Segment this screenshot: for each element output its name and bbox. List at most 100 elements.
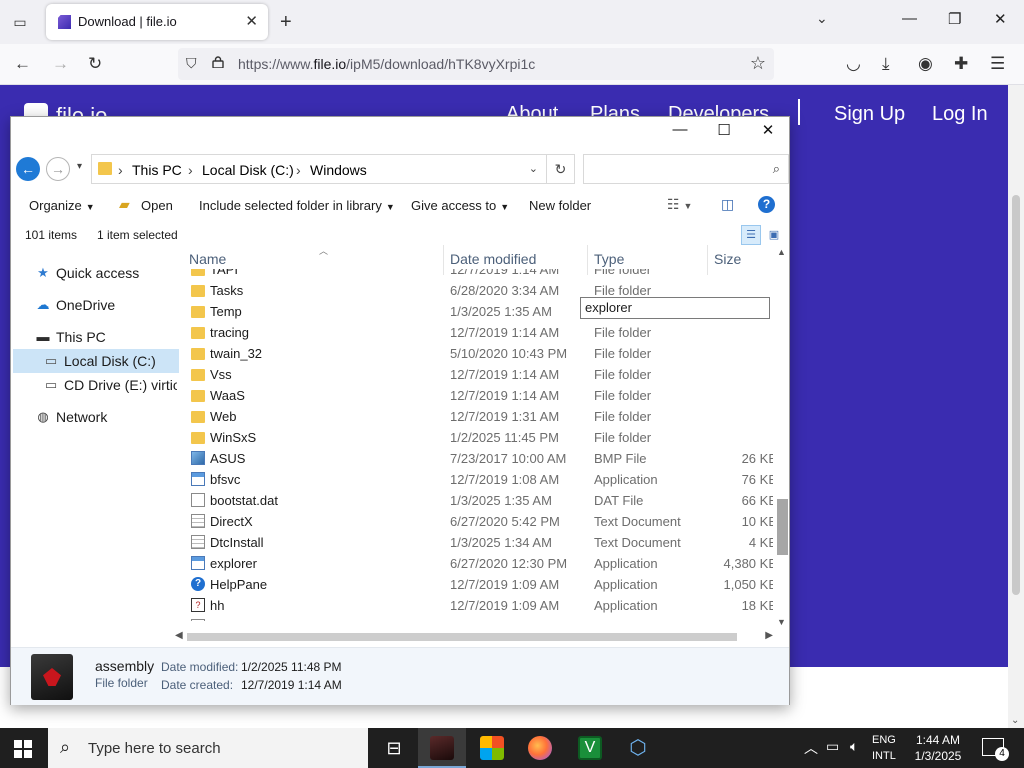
recent-locations-icon[interactable]: ▾: [77, 161, 82, 172]
file-row[interactable]: Web 12/7/2019 1:31 AM File folder: [183, 407, 773, 428]
breadcrumb-local-disk[interactable]: Local Disk (C:): [202, 162, 294, 178]
file-list-horizontal-scrollbar[interactable]: ◀ ▶: [173, 629, 775, 645]
file-row[interactable]: WaaS 12/7/2019 1:14 AM File folder: [183, 386, 773, 407]
sign-up-link[interactable]: Sign Up: [834, 103, 905, 126]
address-dropdown-icon[interactable]: ⌄: [529, 162, 538, 175]
nav-network[interactable]: ◍ Network: [11, 405, 177, 429]
url-bar[interactable]: ⛉ https://www.file.io/ipM5/download/hTK8…: [178, 48, 774, 80]
preview-pane-icon[interactable]: ◫: [721, 196, 734, 213]
volume-icon[interactable]: 🔈︎: [850, 738, 858, 768]
dialog-maximize-icon[interactable]: ☐: [709, 121, 739, 139]
scroll-left-icon[interactable]: ◀: [175, 630, 183, 641]
file-row[interactable]: twain_32 5/10/2020 10:43 PM File folder: [183, 344, 773, 365]
dialog-minimize-icon[interactable]: —: [665, 121, 695, 138]
include-in-library-button[interactable]: Include selected folder in library ▼: [199, 198, 395, 213]
file-row[interactable]: Vss 12/7/2019 1:14 AM File folder: [183, 365, 773, 386]
file-row[interactable]: bootstat.dat 1/3/2025 1:35 AM DAT File 66 K…: [183, 491, 773, 512]
file-row[interactable]: DtcInstall 1/3/2025 1:34 AM Text Document 4…: [183, 533, 773, 554]
scroll-right-icon[interactable]: ▶: [765, 630, 773, 641]
file-row[interactable]: explorer 6/27/2020 12:30 PM Application 4,3…: [183, 554, 773, 575]
nav-quick-access[interactable]: ★ Quick access: [11, 261, 177, 285]
breadcrumb-this-pc[interactable]: This PC: [132, 162, 182, 178]
forward-button-icon[interactable]: →: [46, 157, 70, 181]
taskbar-app-virtualbox[interactable]: ⬡: [614, 728, 662, 768]
large-icons-view-icon[interactable]: ▣: [764, 225, 784, 245]
back-button-icon[interactable]: ←: [16, 157, 40, 181]
minimize-icon[interactable]: —: [902, 10, 917, 27]
dialog-close-icon[interactable]: ✕: [753, 121, 783, 139]
scroll-down-icon[interactable]: ⌄: [1011, 715, 1019, 726]
nav-onedrive[interactable]: ☁ OneDrive: [11, 293, 177, 317]
input-language[interactable]: ENG INTL: [872, 732, 896, 764]
close-tab-icon[interactable]: ✕: [245, 12, 258, 30]
menu-icon[interactable]: ☰: [990, 54, 1005, 74]
organize-button[interactable]: Organize ▼: [29, 198, 95, 213]
refresh-icon[interactable]: ↻: [547, 154, 575, 184]
clock[interactable]: 1:44 AM 1/3/2025: [910, 732, 966, 764]
give-access-button[interactable]: Give access to ▼: [411, 198, 509, 213]
account-icon[interactable]: ◉: [918, 54, 933, 74]
details-view-icon[interactable]: ☰: [741, 225, 761, 245]
extensions-icon[interactable]: ✚: [954, 54, 968, 74]
nav-local-disk[interactable]: ▭ Local Disk (C:): [13, 349, 179, 373]
file-row[interactable]: ? hh 12/7/2019 1:09 AM Application 18 KB: [183, 596, 773, 617]
windows-start-icon[interactable]: [14, 740, 32, 758]
horizontal-scroll-thumb[interactable]: [187, 633, 737, 641]
file-row[interactable]: bfsvc 12/7/2019 1:08 AM Application 76 KB: [183, 470, 773, 491]
page-scroll-thumb[interactable]: [1012, 195, 1020, 595]
restore-icon[interactable]: ❐: [948, 10, 961, 28]
new-folder-button[interactable]: New folder: [529, 198, 591, 213]
bookmark-star-icon[interactable]: ☆: [750, 53, 766, 74]
file-row[interactable]: ? HelpPane 12/7/2019 1:09 AM Application 1,0…: [183, 575, 773, 596]
taskbar-app-rog[interactable]: [418, 728, 466, 768]
rename-input[interactable]: explorer: [580, 297, 770, 319]
file-list-vertical-scrollbar[interactable]: ▲ ▼: [775, 245, 789, 629]
notifications-icon[interactable]: 4: [982, 738, 1009, 761]
scroll-down-icon[interactable]: ▼: [777, 617, 786, 627]
help-icon[interactable]: ?: [758, 196, 775, 213]
taskbar-search-box[interactable]: ⌕ Type here to search: [48, 728, 368, 768]
show-hidden-icons-icon[interactable]: ︿: [804, 738, 818, 768]
forward-arrow-icon[interactable]: →: [52, 54, 69, 74]
vertical-scroll-thumb[interactable]: [777, 499, 788, 555]
taskbar-app-store[interactable]: [468, 728, 516, 768]
tab-list-icon[interactable]: ▭: [8, 10, 32, 34]
log-in-link[interactable]: Log In: [932, 103, 988, 126]
file-row[interactable]: TAPI 12/7/2019 1:14 AM File folder: [183, 269, 773, 281]
chevron-down-icon[interactable]: ⌄: [816, 10, 828, 27]
column-header-date[interactable]: Date modified: [450, 251, 536, 267]
address-bar[interactable]: › This PC › Local Disk (C:) › Windows ⌄: [91, 154, 547, 184]
file-row[interactable]: ASUS 7/23/2017 10:00 AM BMP File 26 KB: [183, 449, 773, 470]
file-row[interactable]: WinSxS 1/2/2025 11:45 PM File folder: [183, 428, 773, 449]
breadcrumb-separator[interactable]: ›: [118, 162, 123, 178]
search-input[interactable]: ⌕: [583, 154, 789, 184]
breadcrumb-separator[interactable]: ›: [188, 162, 193, 178]
taskbar-app-firefox[interactable]: [516, 728, 564, 768]
back-arrow-icon[interactable]: ←: [14, 54, 31, 74]
browser-tab[interactable]: Download | file.io ✕: [46, 4, 268, 40]
lock-icon[interactable]: [212, 56, 224, 68]
column-header-type[interactable]: Type: [594, 251, 624, 267]
shield-icon[interactable]: ⛉: [186, 55, 197, 72]
file-row[interactable]: DirectX 6/27/2020 5:42 PM Text Document 10 …: [183, 512, 773, 533]
close-window-icon[interactable]: ✕: [994, 10, 1007, 28]
column-header-name[interactable]: Name: [189, 251, 226, 267]
nav-cd-drive[interactable]: ▭ CD Drive (E:) virtio-win-0.1.2: [11, 373, 177, 397]
pocket-icon[interactable]: ◡: [846, 54, 861, 74]
page-scrollbar[interactable]: ⌄: [1008, 85, 1024, 728]
breadcrumb-separator[interactable]: ›: [296, 162, 301, 178]
breadcrumb-windows[interactable]: Windows: [310, 162, 367, 178]
column-header-size[interactable]: Size: [714, 251, 741, 267]
scroll-up-icon[interactable]: ▲: [777, 247, 786, 257]
download-icon[interactable]: ⤓: [882, 54, 890, 74]
reload-icon[interactable]: ↻: [88, 54, 102, 74]
file-row[interactable]: tracing 12/7/2019 1:14 AM File folder: [183, 323, 773, 344]
open-button[interactable]: Open: [141, 198, 173, 213]
task-view-icon[interactable]: ⊟: [370, 728, 418, 768]
nav-this-pc[interactable]: ▬ This PC: [11, 325, 177, 349]
taskbar-app-vim[interactable]: V: [566, 728, 614, 768]
change-view-icon[interactable]: ☷ ▼: [667, 196, 692, 213]
network-tray-icon[interactable]: ▭: [826, 738, 839, 768]
file-row[interactable]: lsasetup 6/28/2020 3:34 AM Text Document2 …: [183, 617, 773, 621]
new-tab-icon[interactable]: +: [280, 10, 292, 34]
